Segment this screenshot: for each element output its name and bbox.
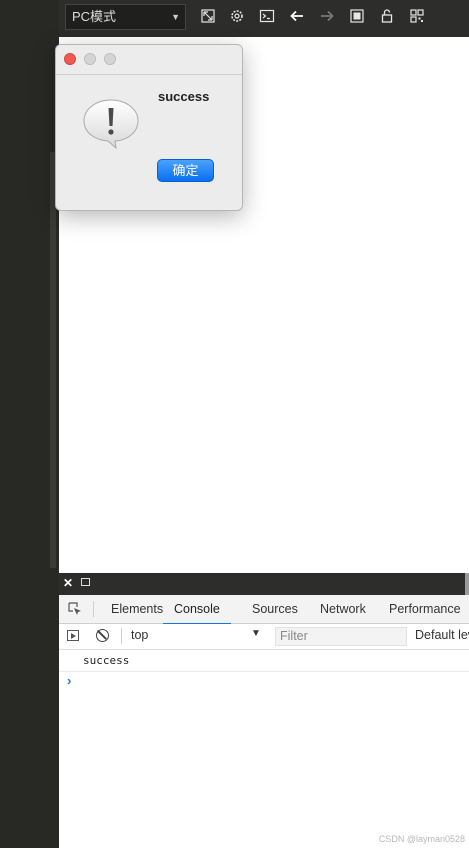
devtools-tabs: Elements Console Sources Network Perform… [59,595,469,625]
tab-sources[interactable]: Sources [252,595,298,623]
left-panel [0,0,59,848]
tab-performance[interactable]: Performance [389,595,461,623]
watermark: CSDN @layman0528 [378,834,465,844]
left-panel-scrollbar[interactable] [50,152,56,568]
alert-speech-bubble-icon [82,97,139,150]
devtools-scrollbar[interactable] [465,573,469,595]
inspect-element-icon[interactable] [68,602,82,616]
screen-icon[interactable] [348,8,366,26]
tab-network[interactable]: Network [320,595,366,623]
undock-icon[interactable] [81,578,90,586]
mode-select-value: PC模式 [72,9,117,24]
filter-input[interactable]: Filter [275,627,407,646]
console-toolbar: top ▼ Filter Default levels [59,624,469,650]
lock-icon[interactable] [378,8,396,26]
alert-dialog: success 确定 [55,44,243,211]
console-message: success [59,651,469,672]
divider [93,601,94,617]
ok-button[interactable]: 确定 [157,159,214,182]
clear-console-icon[interactable] [96,629,109,642]
resize-icon[interactable] [199,8,217,26]
maximize-button[interactable] [104,53,116,65]
devtools-header: ✕ [59,573,469,595]
forward-arrow-icon[interactable] [318,8,336,26]
close-devtools-icon[interactable]: ✕ [63,576,73,590]
console-prompt[interactable]: › [67,673,71,688]
divider [121,628,122,644]
minimize-button[interactable] [84,53,96,65]
mode-select[interactable]: PC模式 ▼ [65,4,186,30]
context-select[interactable]: top [131,628,148,642]
dialog-titlebar[interactable] [56,45,242,75]
dialog-message: success [158,89,210,104]
tab-elements[interactable]: Elements [111,595,163,623]
terminal-icon[interactable] [258,8,276,26]
sidebar-toggle-icon[interactable] [67,630,79,641]
toolbar: PC模式 ▼ [59,0,469,37]
back-arrow-icon[interactable] [288,8,306,26]
chevron-down-icon[interactable]: ▼ [251,628,261,639]
close-button[interactable] [64,53,76,65]
log-levels-select[interactable]: Default levels [415,628,469,642]
tab-console[interactable]: Console [163,595,231,625]
qr-grid-icon[interactable] [408,8,426,26]
chevron-down-icon: ▼ [171,12,180,22]
gear-icon[interactable] [228,8,246,26]
console-message-text: success [83,654,130,667]
devtools-panel: ✕ Elements Console Sources Network Perfo… [59,573,469,848]
